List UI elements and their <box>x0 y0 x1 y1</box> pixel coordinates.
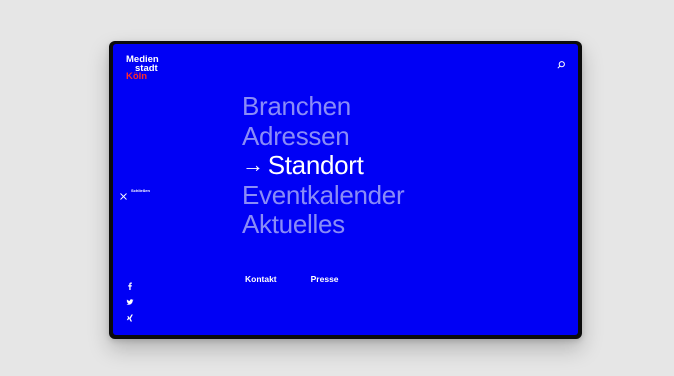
menu-item-eventkalender[interactable]: Eventkalender <box>242 180 405 211</box>
menu-item-adressen[interactable]: Adressen <box>242 121 404 152</box>
sub-navigation: Kontakt Presse <box>245 274 339 284</box>
close-label: Schließen <box>131 188 150 193</box>
menu-item-standort[interactable]: → Standort <box>242 150 404 181</box>
presse-link[interactable]: Presse <box>311 274 339 284</box>
device-frame: Medien stadt Köln Schließen Branchen Adr… <box>109 41 582 339</box>
xing-icon[interactable] <box>126 314 134 322</box>
close-button[interactable]: Schließen <box>120 187 150 200</box>
twitter-icon[interactable] <box>126 298 134 306</box>
menu-item-aktuelles[interactable]: Aktuelles <box>242 209 404 240</box>
kontakt-link[interactable]: Kontakt <box>245 274 277 284</box>
menu-item-label: Standort <box>267 150 364 180</box>
facebook-icon[interactable] <box>126 282 134 290</box>
logo[interactable]: Medien stadt Köln <box>126 55 159 82</box>
close-icon <box>120 187 127 200</box>
arrow-right-icon: → <box>242 152 264 177</box>
main-menu: Branchen Adressen → Standort Eventkalende… <box>242 91 405 240</box>
menu-item-branchen[interactable]: Branchen <box>242 91 404 122</box>
screen: Medien stadt Köln Schließen Branchen Adr… <box>113 44 578 335</box>
logo-line-3: Köln <box>126 71 148 82</box>
search-icon[interactable] <box>556 57 566 69</box>
